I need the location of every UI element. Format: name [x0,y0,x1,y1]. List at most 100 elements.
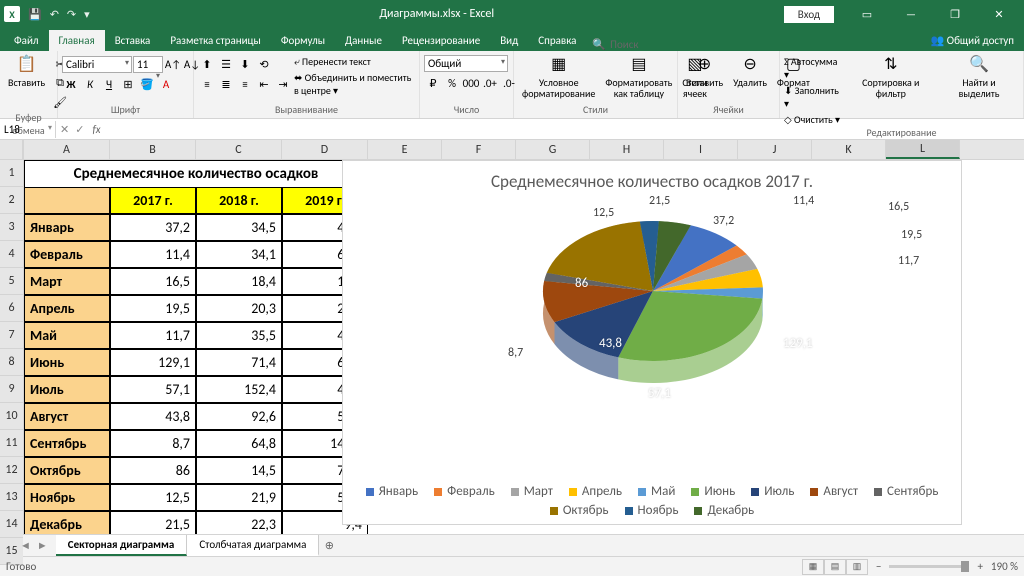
cell[interactable]: Май [24,322,110,349]
column-header[interactable]: D [282,140,368,159]
cell[interactable]: 22,3 [196,511,282,534]
tab-review[interactable]: Рецензирование [392,30,490,51]
row-header[interactable]: 9 [0,376,23,403]
name-box[interactable]: L18 [0,121,56,138]
cell[interactable]: 86 [110,457,196,484]
sort-filter-button[interactable]: ⇅Сортировка и фильтр [845,53,938,101]
sheet-nav-prev-icon[interactable]: ◄ [20,539,31,552]
share-button[interactable]: 👥 Общий доступ [921,30,1024,51]
tab-data[interactable]: Данные [335,30,392,51]
redo-icon[interactable]: ↷ [67,8,76,21]
embedded-chart[interactable]: Среднемесячное количество осадков 2017 г… [342,160,962,525]
row-header[interactable]: 3 [0,214,23,241]
currency-icon[interactable]: ₽ [424,74,442,92]
sheet-nav-next-icon[interactable]: ► [37,539,48,552]
align-right-icon[interactable]: ≡ [236,75,254,93]
sheet-tab-active[interactable]: Секторная диаграмма [56,535,188,556]
row-header[interactable]: 14 [0,511,23,538]
cell[interactable]: Среднемесячное количество осадков [24,160,368,187]
cell[interactable]: 20,3 [196,295,282,322]
zoom-level[interactable]: 190 % [991,560,1018,573]
cell[interactable]: 64,8 [196,430,282,457]
tab-page-layout[interactable]: Разметка страницы [160,30,271,51]
merge-center-button[interactable]: ⬌ Объединить и поместить в центре ▾ [294,71,415,97]
number-format-select[interactable]: Общий [424,55,508,72]
percent-icon[interactable]: % [443,74,461,92]
sheet-tab-2[interactable]: Столбчатая диаграмма [187,535,319,556]
conditional-formatting-button[interactable]: ▦Условное форматирование [518,53,599,101]
maximize-button[interactable]: ❐ [934,0,976,28]
cell[interactable]: 152,4 [196,376,282,403]
cell[interactable]: 2017 г. [110,187,196,214]
cell[interactable]: 92,6 [196,403,282,430]
undo-icon[interactable]: ↶ [50,8,59,21]
align-left-icon[interactable]: ≡ [198,75,216,93]
save-icon[interactable]: 💾 [28,8,42,21]
enter-formula-icon[interactable]: ✓ [75,123,84,136]
zoom-out-button[interactable]: − [876,560,881,573]
row-header[interactable]: 13 [0,484,23,511]
tab-view[interactable]: Вид [490,30,528,51]
decrease-indent-icon[interactable]: ⇤ [255,75,273,93]
column-header[interactable]: G [516,140,590,159]
cell[interactable]: Апрель [24,295,110,322]
column-header[interactable]: J [738,140,812,159]
row-header[interactable]: 5 [0,268,23,295]
cell[interactable]: 12,5 [110,484,196,511]
bold-button[interactable]: Ж [62,75,80,93]
view-normal-button[interactable]: ▦ [802,559,824,575]
align-center-icon[interactable]: ≣ [217,75,235,93]
row-header[interactable]: 7 [0,322,23,349]
cell[interactable]: 8,7 [110,430,196,457]
cell[interactable]: 16,5 [110,268,196,295]
cell[interactable]: Июль [24,376,110,403]
cell[interactable]: 35,5 [196,322,282,349]
row-header[interactable]: 2 [0,187,23,214]
qat-customize-icon[interactable]: ▾ [84,8,90,21]
cell[interactable]: Ноябрь [24,484,110,511]
find-select-button[interactable]: 🔍Найти и выделить [939,53,1019,101]
cell[interactable]: 2018 г. [196,187,282,214]
column-header[interactable]: H [590,140,664,159]
cancel-formula-icon[interactable]: ✕ [60,123,69,136]
cell[interactable]: 129,1 [110,349,196,376]
fill-button[interactable]: ⬇ Заполнить ▾ [784,84,843,110]
row-header[interactable]: 8 [0,349,23,376]
paste-button[interactable]: 📋 Вставить [4,53,49,90]
cell[interactable]: Февраль [24,241,110,268]
insert-cells-button[interactable]: ⊕Вставить [682,53,727,90]
cell[interactable]: Октябрь [24,457,110,484]
font-size-select[interactable]: 11 [133,56,163,73]
column-header[interactable]: B [110,140,196,159]
search-box[interactable]: 🔍 Поиск [586,38,644,51]
increase-decimal-icon[interactable]: .0+ [481,74,499,92]
view-page-break-button[interactable]: ▥ [846,559,868,575]
tab-help[interactable]: Справка [528,30,586,51]
column-header[interactable]: C [196,140,282,159]
align-middle-icon[interactable]: ☰ [217,55,235,73]
cell[interactable]: Декабрь [24,511,110,534]
cell[interactable]: 43,8 [110,403,196,430]
row-header[interactable]: 4 [0,241,23,268]
column-header[interactable]: I [664,140,738,159]
increase-indent-icon[interactable]: ⇥ [274,75,292,93]
cell[interactable]: 19,5 [110,295,196,322]
cell[interactable] [24,187,110,214]
format-as-table-button[interactable]: ▤Форматировать как таблицу [601,53,676,101]
select-all-corner[interactable] [0,140,23,160]
orientation-icon[interactable]: ⟲ [255,55,273,73]
row-header[interactable]: 6 [0,295,23,322]
worksheet-grid[interactable]: ABCDEFGHIJKL Среднемесячное количество о… [24,140,1024,534]
tab-file[interactable]: Файл [4,30,49,51]
view-page-layout-button[interactable]: ▤ [824,559,846,575]
zoom-in-button[interactable]: + [977,560,982,573]
increase-font-icon[interactable]: A↑ [164,55,182,73]
font-name-select[interactable]: Calibri [62,56,132,73]
tab-home[interactable]: Главная [49,30,105,51]
column-header[interactable]: L [886,140,960,159]
row-header[interactable]: 12 [0,457,23,484]
cell[interactable]: 34,5 [196,214,282,241]
add-sheet-button[interactable]: ⊕ [319,539,339,552]
cell[interactable]: 11,4 [110,241,196,268]
row-header[interactable]: 1 [0,160,23,187]
